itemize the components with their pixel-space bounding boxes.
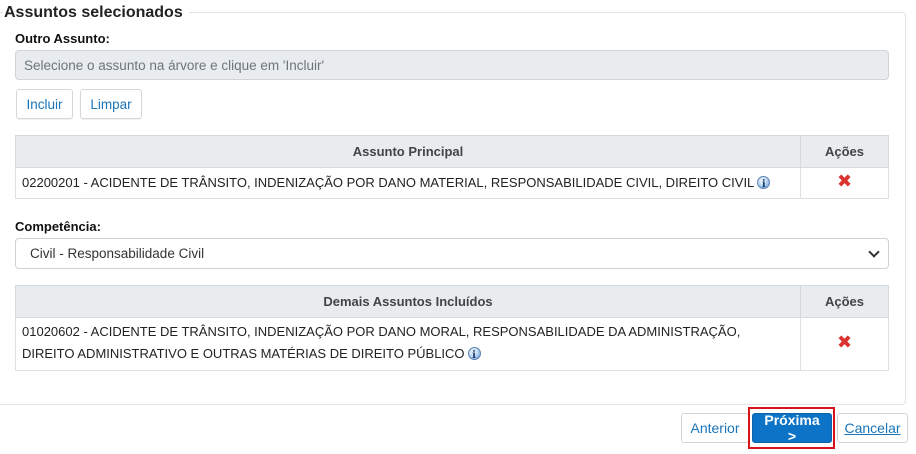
column-header-demais-assuntos: Demais Assuntos Incluídos bbox=[15, 285, 801, 318]
table-row: 01020602 - ACIDENTE DE TRÂNSITO, INDENIZ… bbox=[15, 317, 889, 371]
limpar-button[interactable]: Limpar bbox=[80, 89, 142, 119]
assunto-text: 02200201 - ACIDENTE DE TRÂNSITO, INDENIZ… bbox=[22, 175, 755, 190]
cancelar-button[interactable]: Cancelar bbox=[837, 413, 908, 443]
column-header-acoes: Ações bbox=[800, 285, 889, 318]
anterior-button[interactable]: Anterior bbox=[681, 413, 749, 443]
competencia-label: Competência: bbox=[15, 219, 101, 234]
chevron-down-icon bbox=[868, 245, 880, 258]
proxima-button[interactable]: Próxima > bbox=[752, 412, 832, 444]
assunto-principal-table: Assunto Principal Ações 02200201 - ACIDE… bbox=[15, 135, 889, 199]
info-icon[interactable] bbox=[467, 345, 481, 367]
assunto-text: 01020602 - ACIDENTE DE TRÂNSITO, INDENIZ… bbox=[22, 324, 741, 361]
incluir-button[interactable]: Incluir bbox=[16, 89, 73, 119]
acoes-cell: ✖ bbox=[800, 317, 889, 371]
acoes-cell: ✖ bbox=[800, 167, 889, 199]
demais-assuntos-table: Demais Assuntos Incluídos Ações 01020602… bbox=[15, 285, 889, 371]
table-row: 02200201 - ACIDENTE DE TRÂNSITO, INDENIZ… bbox=[15, 167, 889, 199]
outro-assunto-label: Outro Assunto: bbox=[15, 31, 110, 46]
assunto-cell: 02200201 - ACIDENTE DE TRÂNSITO, INDENIZ… bbox=[15, 167, 801, 199]
remove-icon[interactable]: ✖ bbox=[837, 173, 852, 191]
column-header-assunto-principal: Assunto Principal bbox=[15, 135, 801, 168]
outro-assunto-input[interactable] bbox=[15, 50, 889, 80]
info-icon[interactable] bbox=[757, 174, 771, 196]
assunto-cell: 01020602 - ACIDENTE DE TRÂNSITO, INDENIZ… bbox=[15, 317, 801, 371]
competencia-select[interactable]: Civil - Responsabilidade Civil bbox=[15, 238, 889, 269]
competencia-selected-value: Civil - Responsabilidade Civil bbox=[30, 246, 205, 261]
column-header-acoes: Ações bbox=[800, 135, 889, 168]
remove-icon[interactable]: ✖ bbox=[837, 334, 852, 352]
panel-title: Assuntos selecionados bbox=[4, 3, 189, 22]
